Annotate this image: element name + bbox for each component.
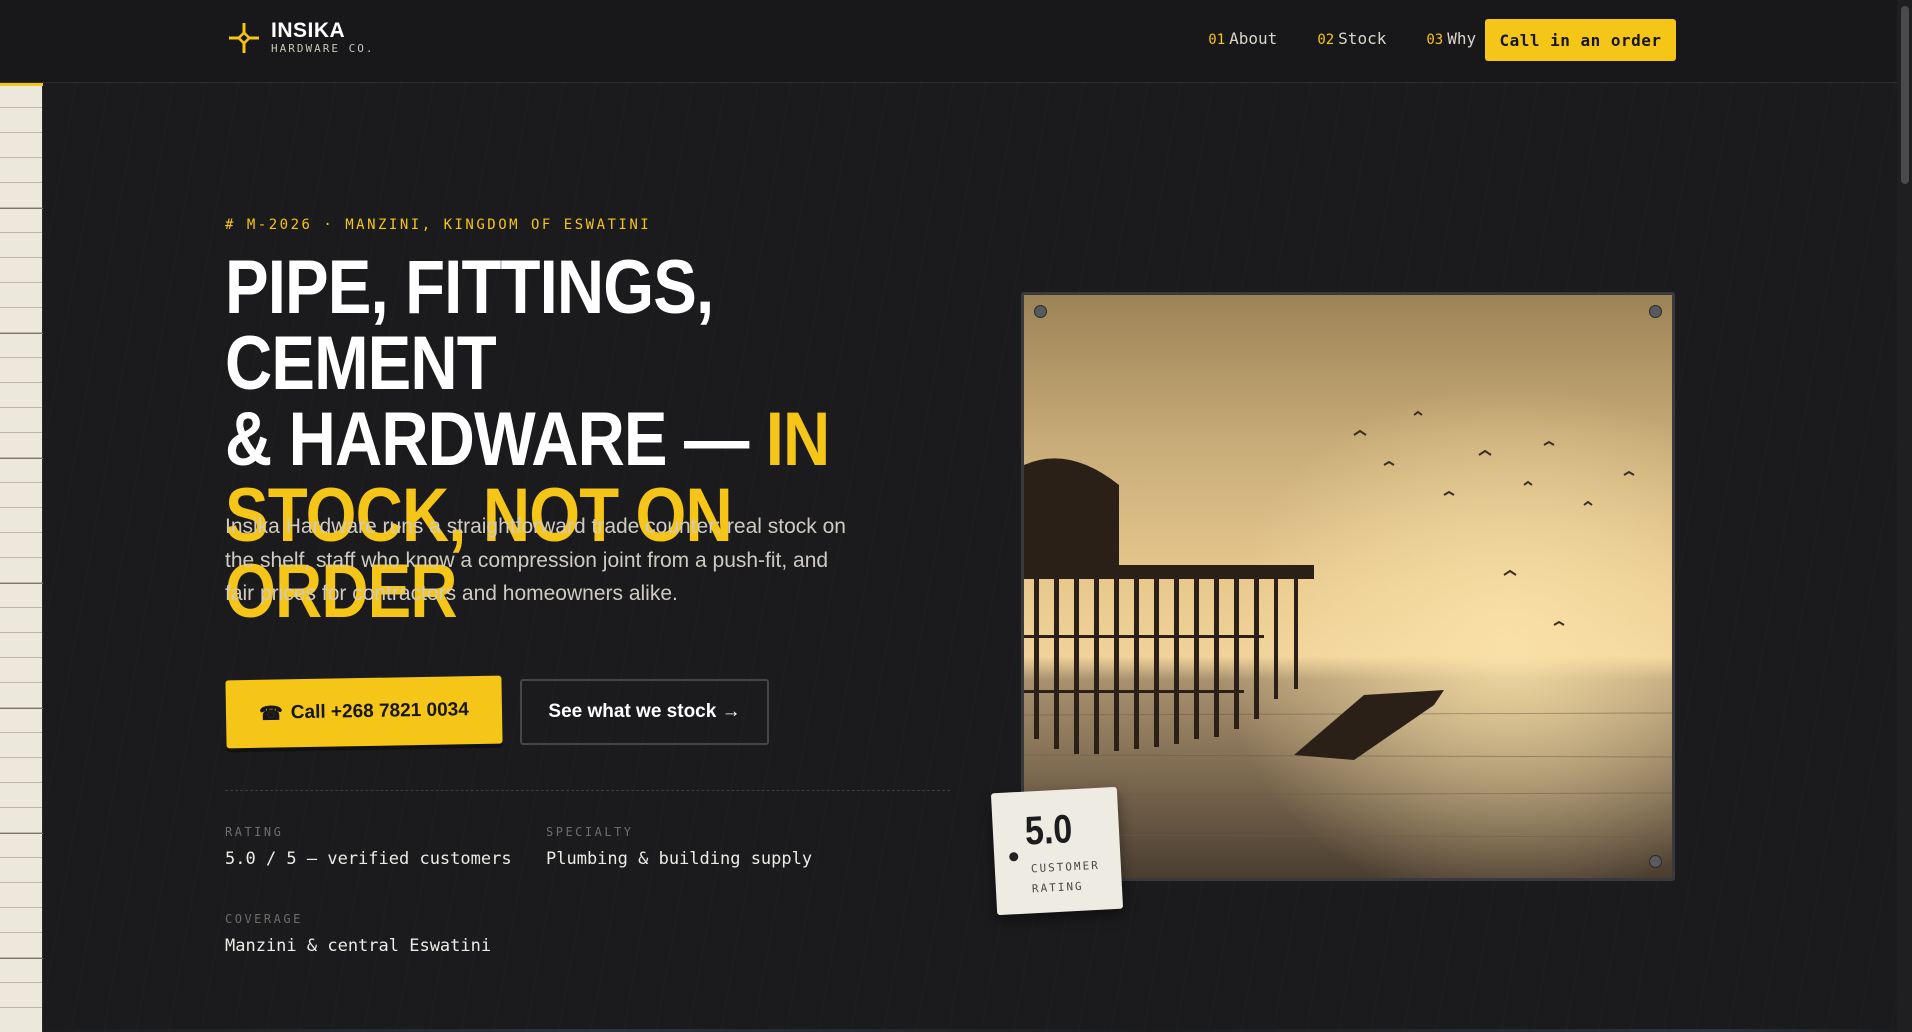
stat-rating: RATING 5.0 / 5 — verified customers	[225, 825, 512, 869]
stat-value: 5.0 / 5 — verified customers	[225, 849, 512, 869]
brand-logo[interactable]: INSIKA HARDWARE CO.	[227, 20, 374, 56]
scrollbar-thumb[interactable]	[1901, 6, 1909, 184]
hero-title-line2b: IN	[765, 397, 831, 482]
main-nav: 01 About 02 Stock 03 Why us	[1208, 29, 1505, 48]
rivet	[1649, 855, 1662, 868]
hero-title-line2a: & HARDWARE —	[225, 397, 766, 482]
stat-value: Manzini & central Eswatini	[225, 936, 492, 956]
page-scrollbar[interactable]	[1897, 0, 1912, 1032]
rivet	[1034, 305, 1047, 318]
left-ruler-strip	[0, 83, 43, 1032]
nav-item-about[interactable]: 01 About	[1208, 29, 1277, 48]
customer-rating-badge: 5.0 CUSTOMER RATING	[990, 786, 1124, 916]
nav-item-stock[interactable]: 02 Stock	[1317, 29, 1386, 48]
crosshair-sparkle-icon	[227, 21, 261, 55]
stat-specialty: SPECIALTY Plumbing & building supply	[546, 825, 812, 869]
hero-title-line1: PIPE, FITTINGS, CEMENT	[225, 245, 714, 406]
brand-subtitle: HARDWARE CO.	[271, 42, 375, 55]
phone-icon: ☎	[258, 702, 284, 725]
hero-eyebrow: # M-2026 · MANZINI, KINGDOM OF ESWATINI	[225, 217, 652, 233]
stat-label: SPECIALTY	[546, 825, 634, 839]
badge-caption: CUSTOMER RATING	[1030, 858, 1101, 896]
call-phone-button[interactable]: ☎ Call +268 7821 0034	[225, 675, 503, 749]
nav-item-number: 01	[1208, 32, 1226, 48]
nav-item-label: About	[1229, 29, 1278, 48]
stats-divider	[225, 790, 950, 791]
site-header: INSIKA HARDWARE CO. 01 About 02 Stock 03 Wh…	[0, 0, 1897, 83]
pier-sunset-photo	[1024, 295, 1672, 878]
nav-item-number: 02	[1317, 32, 1335, 48]
stat-value: Plumbing & building supply	[546, 849, 813, 869]
stat-label: RATING	[225, 825, 284, 839]
rivet	[1649, 305, 1662, 318]
stat-label: COVERAGE	[225, 912, 303, 926]
nav-item-label: Stock	[1338, 29, 1387, 48]
badge-pin	[1009, 852, 1019, 862]
see-stock-button[interactable]: See what we stock →	[520, 679, 769, 745]
nav-item-number: 03	[1426, 32, 1444, 48]
hero-photo	[1021, 292, 1675, 881]
badge-score: 5.0	[1023, 807, 1074, 854]
brand-name: INSIKA	[271, 19, 346, 42]
call-phone-label: Call +268 7821 0034	[290, 699, 470, 724]
hero-description: Insika Hardware runs a straightforward t…	[225, 515, 846, 605]
stat-coverage: COVERAGE Manzini & central Eswatini	[225, 912, 491, 956]
call-in-order-button[interactable]: Call in an order	[1485, 19, 1676, 61]
